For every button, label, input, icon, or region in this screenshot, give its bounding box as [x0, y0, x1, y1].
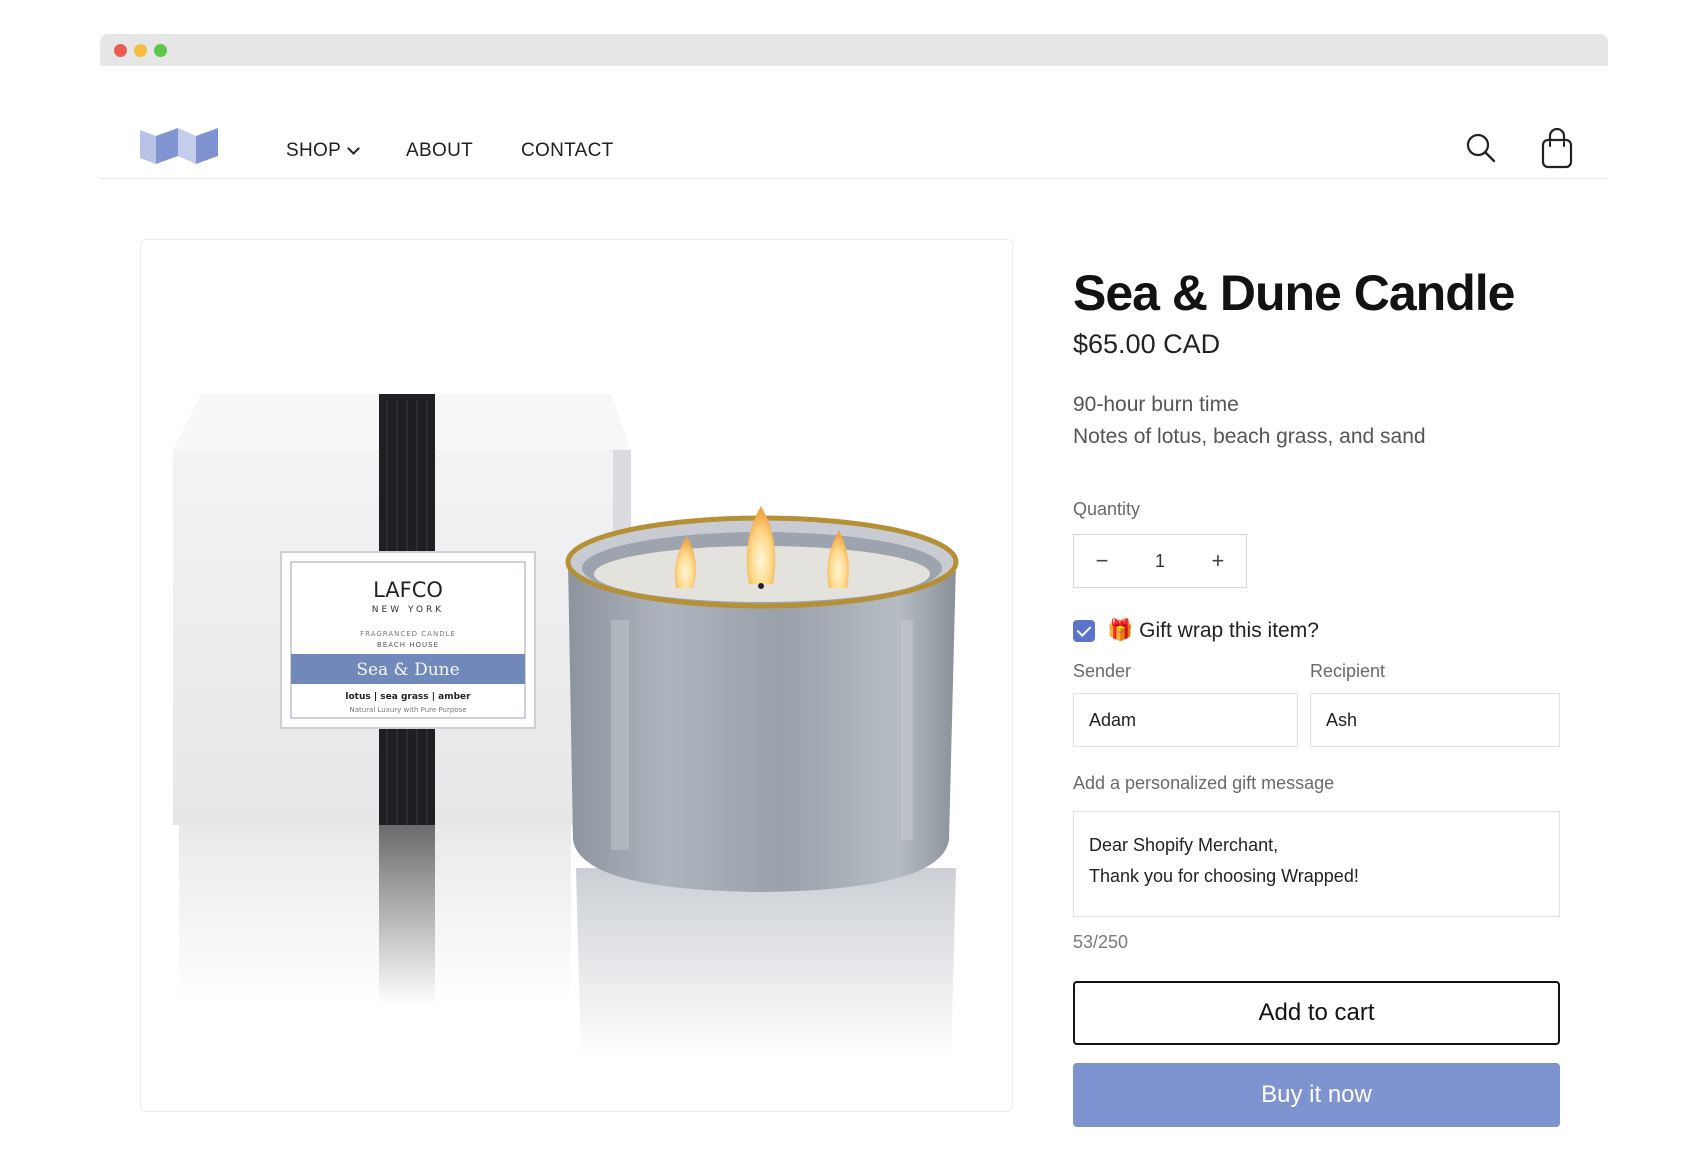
gift-message-label: Add a personalized gift message	[1073, 773, 1335, 793]
quantity-label: Quantity	[1073, 499, 1141, 519]
description-line: 90-hour burn time	[1073, 393, 1239, 416]
nav-about[interactable]: ABOUT	[406, 140, 473, 162]
product-title: Sea & Dune Candle	[1073, 265, 1515, 321]
cart-bag-icon[interactable]	[1540, 127, 1574, 175]
nav-shop-label: SHOP	[286, 140, 342, 161]
label-brand: LAFCO	[373, 578, 443, 602]
chevron-down-icon	[347, 142, 360, 155]
gift-icon: 🎁	[1107, 619, 1134, 642]
recipient-value: Ash	[1326, 709, 1358, 730]
character-counter: 53/250	[1073, 932, 1129, 952]
sender-field[interactable]: Adam	[1073, 693, 1298, 747]
close-window-button[interactable]	[114, 44, 127, 57]
quantity-stepper: − 1 +	[1073, 534, 1247, 588]
sender-label: Sender	[1073, 661, 1132, 681]
label-name: Sea & Dune	[356, 660, 459, 680]
product-price: $65.00 CAD	[1073, 329, 1221, 359]
quantity-increase-button[interactable]: +	[1190, 548, 1246, 574]
gift-wrap-label: Gift wrap this item?	[1139, 619, 1319, 642]
nav-about-label: ABOUT	[406, 140, 473, 161]
nav-contact-label: CONTACT	[521, 140, 614, 161]
minimize-window-button[interactable]	[134, 44, 147, 57]
product-image[interactable]: LAFCO NEW YORK FRAGRANCED CANDLE BEACH H…	[140, 239, 1013, 1112]
folded-paper-logo-icon[interactable]	[140, 126, 220, 171]
main-nav: SHOP ABOUT CONTACT	[286, 140, 614, 162]
label-brand-sub: NEW YORK	[372, 605, 444, 615]
recipient-field[interactable]: Ash	[1310, 693, 1560, 747]
label-line1: FRAGRANCED CANDLE	[360, 630, 456, 638]
label-line2: BEACH HOUSE	[377, 641, 439, 649]
add-to-cart-button[interactable]: Add to cart	[1073, 981, 1560, 1045]
site-header: SHOP ABOUT CONTACT	[100, 66, 1608, 179]
quantity-value[interactable]: 1	[1155, 551, 1165, 572]
description-line: Notes of lotus, beach grass, and sand	[1073, 425, 1426, 448]
window-titlebar	[100, 34, 1608, 66]
quantity-decrease-button[interactable]: −	[1074, 548, 1130, 574]
gift-message-field[interactable]: Dear Shopify Merchant, Thank you for cho…	[1073, 811, 1560, 917]
gift-message-line: Dear Shopify Merchant,	[1089, 835, 1279, 855]
product-description: 90-hour burn time Notes of lotus, beach …	[1073, 389, 1426, 453]
gift-wrap-checkbox[interactable]	[1073, 620, 1095, 642]
label-notes: lotus | sea grass | amber	[345, 692, 471, 702]
browser-window: SHOP ABOUT CONTACT LAFCO NEW YORK FRAGRA…	[100, 34, 1608, 1154]
search-icon[interactable]	[1465, 132, 1497, 169]
recipient-label: Recipient	[1310, 661, 1386, 681]
nav-shop[interactable]: SHOP	[286, 140, 360, 162]
nav-contact[interactable]: CONTACT	[521, 140, 614, 162]
maximize-window-button[interactable]	[154, 44, 167, 57]
sender-value: Adam	[1089, 709, 1137, 730]
gift-wrap-option[interactable]: 🎁 Gift wrap this item?	[1073, 619, 1319, 643]
gift-message-line: Thank you for choosing Wrapped!	[1089, 866, 1359, 886]
label-tagline: Natural Luxury with Pure Purpose	[349, 706, 466, 714]
buy-now-button[interactable]: Buy it now	[1073, 1063, 1560, 1127]
